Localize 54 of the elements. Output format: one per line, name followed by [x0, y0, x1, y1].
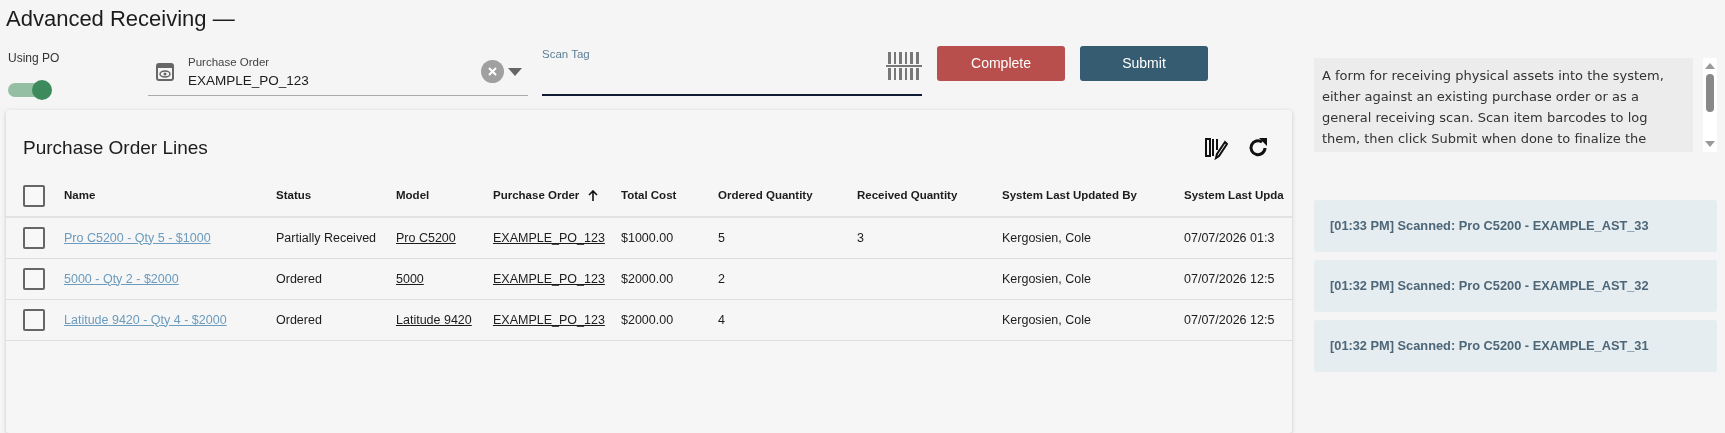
- column-header[interactable]: System Last Updated By: [1002, 186, 1137, 205]
- table-cell-text: 07/07/2026 12:5: [1184, 270, 1275, 288]
- column-header[interactable]: Purchase Order: [493, 186, 580, 205]
- table-cell-text: 3: [857, 229, 864, 247]
- table-link[interactable]: EXAMPLE_PO_123: [493, 228, 605, 248]
- scan-tag-field[interactable]: Scan Tag: [542, 48, 922, 96]
- table-link[interactable]: Latitude 9420: [396, 310, 472, 330]
- row-checkbox[interactable]: [23, 268, 45, 290]
- table-cell-text: 5: [718, 229, 725, 247]
- column-header[interactable]: Total Cost: [621, 186, 677, 205]
- table-cell-text: $2000.00: [621, 270, 674, 288]
- row-checkbox[interactable]: [23, 309, 45, 331]
- scan-log-entry: [01:32 PM] Scanned: Pro C5200 - EXAMPLE_AST_32: [1314, 260, 1717, 312]
- table-cell-text: $2000.00: [621, 311, 674, 329]
- table-cell-text: 4: [718, 311, 725, 329]
- table-cell-text: Ordered: [276, 311, 322, 329]
- scrollbar[interactable]: [1703, 58, 1717, 152]
- barcode-icon[interactable]: [886, 52, 922, 80]
- column-header[interactable]: System Last Upda: [1184, 186, 1284, 205]
- eye-icon: [156, 62, 174, 81]
- table-cell-text: Kergosien, Cole: [1002, 311, 1091, 329]
- column-header[interactable]: Ordered Quantity: [718, 186, 813, 205]
- scan-log-entry: [01:32 PM] Scanned: Pro C5200 - EXAMPLE_AST_31: [1314, 320, 1717, 372]
- table-cell-text: 07/07/2026 12:5: [1184, 311, 1275, 329]
- row-checkbox[interactable]: [23, 227, 45, 249]
- clear-icon[interactable]: [481, 60, 504, 83]
- sort-arrow-icon[interactable]: [587, 189, 600, 202]
- column-header[interactable]: Status: [276, 186, 312, 205]
- card-title: Purchase Order Lines: [23, 136, 209, 160]
- table-cell-text: 07/07/2026 01:3: [1184, 229, 1275, 247]
- table-link[interactable]: Pro C5200: [396, 228, 456, 248]
- table-link[interactable]: EXAMPLE_PO_123: [493, 269, 605, 289]
- complete-button[interactable]: Complete: [937, 46, 1065, 81]
- table-cell-text: $1000.00: [621, 229, 674, 247]
- table-cell-text: Kergosien, Cole: [1002, 270, 1091, 288]
- purchase-order-field[interactable]: Purchase Order EXAMPLE_PO_123: [148, 48, 528, 96]
- table-cell-text: Partially Received: [276, 229, 377, 247]
- column-header[interactable]: Name: [64, 186, 96, 205]
- description-text: A form for receiving physical assets into the system, either against an existing purchase order or as a general receiving scan. Scan item barcodes to log them, then click Submit when done to finalize the: [1314, 58, 1693, 152]
- toggle-switch[interactable]: [8, 79, 52, 100]
- select-all-checkbox[interactable]: [23, 184, 45, 207]
- submit-button[interactable]: Submit: [1080, 46, 1208, 81]
- table-link[interactable]: EXAMPLE_PO_123: [493, 310, 605, 330]
- scan-log-entry: [01:33 PM] Scanned: Pro C5200 - EXAMPLE_AST_33: [1314, 200, 1717, 252]
- table-link[interactable]: 5000: [396, 269, 424, 289]
- column-header[interactable]: Received Quantity: [857, 186, 958, 205]
- table-cell-text: 2: [718, 270, 725, 288]
- table-cell-text: Kergosien, Cole: [1002, 229, 1091, 247]
- edit-columns-icon[interactable]: [1204, 136, 1228, 160]
- toggle-label: Using PO: [8, 50, 60, 67]
- page-title: Advanced Receiving —: [6, 5, 236, 33]
- caret-icon[interactable]: [508, 67, 522, 76]
- column-header[interactable]: Model: [396, 186, 430, 205]
- table-cell-text: Ordered: [276, 270, 322, 288]
